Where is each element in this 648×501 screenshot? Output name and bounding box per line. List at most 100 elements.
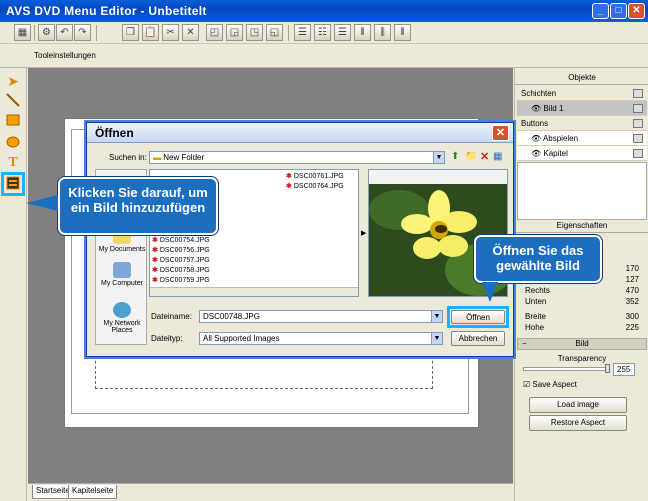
save-aspect-label: Save Aspect [532,380,577,389]
horizontal-scrollbar[interactable] [150,287,358,296]
arrow-tool-icon[interactable]: ➤ [4,72,22,90]
dialog-close-button[interactable]: ✕ [492,125,509,141]
file-item[interactable]: ✱ DSC00756.JPG [152,246,210,256]
send-back-icon[interactable]: ◲ [226,24,243,41]
text-tool-icon[interactable]: T [4,154,22,172]
file-item[interactable]: ✱ DSC00757.JPG [152,256,210,266]
send-backward-icon[interactable]: ◱ [266,24,283,41]
open-button[interactable]: Öffnen [451,310,505,324]
copy-icon[interactable]: ❐ [122,24,139,41]
canvas-tabs: Startseite Kapitelseite [28,483,513,501]
image-file-icon: ✱ [286,183,292,190]
align-top-icon[interactable]: ☰ [294,24,311,41]
align-left-icon[interactable]: ⫴ [354,24,371,41]
image-file-icon: ✱ [152,277,158,284]
image-tool-icon[interactable] [1,172,25,196]
layer-item[interactable]: 👁 Bild 1 [517,101,647,116]
right-panel: Objekte Schichten 👁 Bild 1 Buttons 👁 Abs… [514,68,648,501]
open-image-callout: Öffnen Sie das gewählte Bild [474,235,602,283]
eye-icon[interactable]: 👁 [531,134,541,143]
cancel-button[interactable]: Abbrechen [451,331,505,346]
rectangle-tool-icon[interactable] [4,112,22,130]
save-aspect-checkbox[interactable]: ☑ Save Aspect [523,380,577,389]
ellipse-tool-icon[interactable] [4,134,22,152]
maximize-button[interactable]: □ [610,3,627,19]
open-button-highlight: Öffnen [447,306,509,328]
back-icon[interactable]: ⬆ [451,151,459,162]
delete-icon[interactable]: ✕ [182,24,199,41]
align-center-icon[interactable]: ⫼ [374,24,391,41]
settings-icon[interactable]: ⚙ [38,24,55,41]
file-column-2: ✱ DSC00761.JPG ✱ DSC00764.JPG [286,172,344,192]
main-toolbar: ▦ ⚙ ↶ ↷ ❐ 📋 ✂ ✕ ◰ ◲ ◳ ◱ ☰ ☷ ☰ ⫴ ⫼ ⫴ [0,22,648,44]
filetype-select[interactable]: All Supported Images ▼ [199,332,443,345]
place-label: My Documents [98,246,146,253]
preview-toggle-icon[interactable]: ▶ [361,229,366,237]
load-image-button[interactable]: Load image [529,397,627,413]
objects-list-empty [517,162,647,220]
tool-settings-label: Tooleinstellungen [34,51,96,60]
place-label: My Network Places [103,320,141,334]
bring-front-icon[interactable]: ◰ [206,24,223,41]
separator [288,25,289,41]
chevron-down-icon[interactable]: ▼ [433,152,444,163]
cut-icon[interactable]: ✂ [162,24,179,41]
transparency-label: Transparency [557,354,607,363]
line-tool-icon[interactable] [4,92,22,110]
chevron-down-icon[interactable]: ▼ [431,333,442,344]
file-item[interactable]: ✱ DSC00759.JPG [152,276,210,286]
left-tool-column: ➤ T [0,68,27,501]
new-icon[interactable]: ▦ [14,24,31,41]
button-item-label: Kapitel [543,149,568,158]
layers-group[interactable]: Schichten [517,86,647,101]
paste-icon[interactable]: 📋 [142,24,159,41]
chevron-down-icon[interactable]: ▼ [431,311,442,322]
layer-item-label: Bild 1 [543,104,564,113]
place-my-network[interactable]: My Network Places [96,302,148,334]
filetype-label: Dateityp: [151,334,183,343]
image-file-icon: ✱ [152,247,158,254]
filetype-value: All Supported Images [203,334,280,343]
bring-forward-icon[interactable]: ◳ [246,24,263,41]
minimize-button[interactable]: _ [592,3,609,19]
folder-icon: ▬ [153,153,161,162]
filename-input[interactable]: DSC00748.JPG ▼ [199,310,443,323]
window-titlebar: AVS DVD Menu Editor - Unbetitelt [0,0,648,22]
tab-kapitelseite[interactable]: Kapitelseite [68,485,118,499]
align-bottom-icon[interactable]: ☰ [334,24,351,41]
callout-pointer [482,282,498,302]
transparency-value[interactable]: 255 [613,363,635,376]
buttons-group[interactable]: Buttons [517,116,647,131]
separator [96,25,97,41]
look-in-value: New Folder [163,153,205,162]
layers-label: Schichten [521,89,557,98]
restore-aspect-button[interactable]: Restore Aspect [529,415,627,431]
button-item-kapitel[interactable]: 👁 Kapitel [517,146,647,161]
align-middle-icon[interactable]: ☷ [314,24,331,41]
up-folder-icon[interactable]: 📁 [465,151,477,162]
image-file-icon: ✱ [152,267,158,274]
view-menu-icon[interactable]: ▦ [493,151,502,162]
file-item[interactable]: ✱ DSC00764.JPG [286,182,344,192]
image-section-header[interactable]: − Bild [517,338,647,350]
transparency-slider-thumb[interactable] [605,364,610,373]
file-item[interactable]: ✱ DSC00761.JPG [286,172,344,182]
file-item[interactable]: ✱ DSC00758.JPG [152,266,210,276]
collapse-icon[interactable]: − [522,339,527,349]
delete-icon[interactable]: ✕ [480,150,489,163]
eye-icon[interactable]: 👁 [531,104,541,113]
button-item-abspielen[interactable]: 👁 Abspielen [517,131,647,146]
place-label: My Computer [100,280,143,287]
transparency-slider[interactable] [523,367,609,371]
undo-icon[interactable]: ↶ [56,24,73,41]
redo-icon[interactable]: ↷ [74,24,91,41]
align-right-icon[interactable]: ⫴ [394,24,411,41]
buttons-label: Buttons [521,119,549,128]
close-button[interactable]: ✕ [628,3,645,19]
dialog-title: Öffnen [87,123,513,143]
look-in-combo[interactable]: ▬ New Folder ▼ [149,151,445,164]
eye-icon[interactable]: 👁 [531,149,541,158]
place-my-computer[interactable]: My Computer [96,262,148,287]
filename-label: Dateiname: [151,312,192,321]
file-item[interactable]: ✱ DSC00754.JPG [152,236,210,246]
